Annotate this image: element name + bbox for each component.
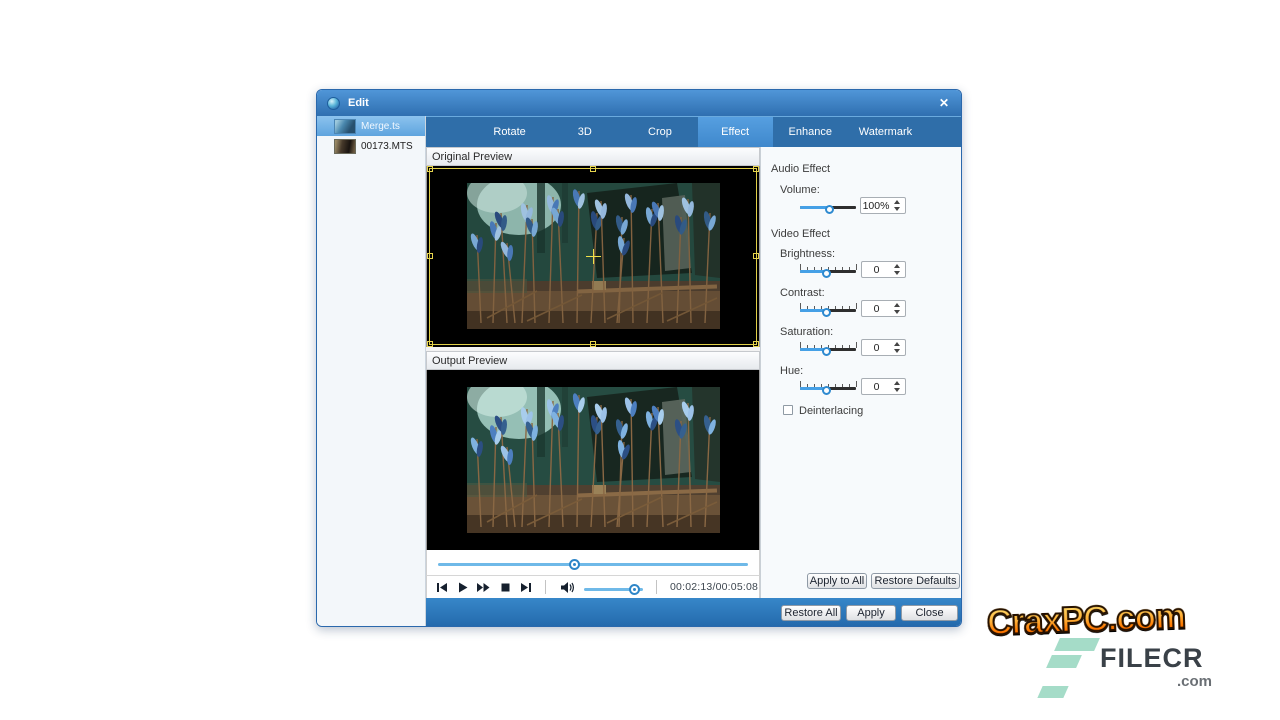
spinner-arrows[interactable] — [894, 342, 902, 354]
app-icon — [327, 96, 340, 110]
filecr-logo-icon — [1037, 686, 1069, 698]
contrast-label: Contrast: — [780, 287, 825, 299]
skip-back-icon[interactable] — [436, 581, 449, 594]
tab-strip: Rotate 3D Crop Effect Enhance Watermark — [426, 116, 961, 147]
crop-handle-e[interactable] — [753, 253, 759, 259]
tab-watermark[interactable]: Watermark — [848, 117, 923, 147]
volume-effect-slider[interactable] — [800, 199, 856, 214]
saturation-label: Saturation: — [780, 326, 834, 338]
deinterlacing-label: Deinterlacing — [799, 405, 864, 417]
crop-handle-ne[interactable] — [753, 166, 759, 172]
video-frame-output — [467, 387, 720, 533]
hue-value: 0 — [873, 381, 880, 393]
apply-button[interactable]: Apply — [846, 605, 896, 621]
window-title: Edit — [348, 97, 369, 109]
file-name: 00173.MTS — [361, 140, 413, 152]
restore-all-button[interactable]: Restore All — [781, 605, 841, 621]
brightness-slider[interactable] — [800, 263, 857, 278]
spinner-arrows[interactable] — [894, 264, 902, 276]
crop-handle-se[interactable] — [753, 341, 759, 347]
speaker-icon[interactable] — [560, 581, 574, 594]
saturation-spinbox[interactable]: 0 — [861, 339, 906, 356]
saturation-value: 0 — [873, 342, 880, 354]
transport-controls: 00:02:13/00:05:08 — [426, 575, 760, 598]
saturation-slider[interactable] — [800, 341, 857, 356]
brightness-value: 0 — [873, 264, 880, 276]
file-name: Merge.ts — [361, 120, 400, 132]
video-thumbnail — [334, 118, 356, 134]
filecr-wordmark: FILECR — [1100, 643, 1204, 673]
title-bar[interactable]: Edit ✕ — [317, 90, 961, 116]
original-preview-header: Original Preview — [426, 147, 760, 166]
spinner-arrows[interactable] — [894, 381, 902, 393]
craxpc-watermark: CraxPC.com — [985, 596, 1186, 644]
tab-crop[interactable]: Crop — [622, 117, 697, 147]
brightness-label: Brightness: — [780, 248, 836, 260]
volume-label: Volume: — [780, 184, 820, 196]
contrast-value: 0 — [873, 303, 880, 315]
seek-bar-row — [426, 550, 760, 575]
crop-handle-sw[interactable] — [427, 341, 433, 347]
stop-icon[interactable] — [499, 581, 512, 594]
tab-3d[interactable]: 3D — [547, 117, 622, 147]
timecode: 00:02:13/00:05:08 — [670, 581, 759, 593]
preview-column: Original Preview Output Preview — [426, 147, 760, 598]
output-preview — [426, 370, 760, 550]
spinner-arrows[interactable] — [894, 303, 902, 315]
spinner-arrows[interactable] — [894, 200, 902, 212]
tab-rotate[interactable]: Rotate — [472, 117, 547, 147]
seek-handle[interactable] — [569, 559, 581, 570]
desktop: Edit ✕ Merge.ts 00173.MTS Rotate 3D Crop… — [0, 0, 1280, 720]
skip-forward-icon[interactable] — [519, 581, 532, 594]
watermark: FILECR .com CraxPC.com — [985, 596, 1235, 698]
file-item-merge[interactable]: Merge.ts — [317, 116, 425, 136]
filecr-com: .com — [1177, 673, 1213, 690]
tab-effect[interactable]: Effect — [697, 117, 773, 147]
volume-handle[interactable] — [629, 584, 641, 595]
apply-to-all-button[interactable]: Apply to All — [807, 573, 867, 589]
file-list: Merge.ts 00173.MTS — [317, 116, 426, 626]
edit-dialog: Edit ✕ Merge.ts 00173.MTS Rotate 3D Crop… — [316, 89, 962, 627]
filecr-logo-icon — [1046, 655, 1082, 668]
video-thumbnail — [334, 138, 356, 154]
close-button[interactable]: Close — [901, 605, 958, 621]
play-icon[interactable] — [456, 581, 469, 594]
contrast-slider[interactable] — [800, 302, 857, 317]
hue-label: Hue: — [780, 365, 804, 377]
effects-panel: Audio Effect Volume: 100% Video Effect B… — [760, 147, 961, 598]
seek-track[interactable] — [438, 563, 748, 566]
divider — [656, 580, 657, 594]
volume-value-spinbox[interactable]: 100% — [860, 197, 906, 214]
deinterlacing-checkbox[interactable] — [783, 405, 793, 415]
crop-handle-s[interactable] — [590, 341, 596, 347]
video-effect-heading: Video Effect — [771, 228, 830, 240]
crop-handle-w[interactable] — [427, 253, 433, 259]
contrast-spinbox[interactable]: 0 — [861, 300, 906, 317]
close-icon[interactable]: ✕ — [935, 95, 953, 111]
volume-value: 100% — [862, 200, 890, 212]
crop-handle-nw[interactable] — [427, 166, 433, 172]
original-preview[interactable] — [426, 166, 760, 347]
center-crosshair — [593, 249, 594, 264]
tab-enhance[interactable]: Enhance — [773, 117, 848, 147]
restore-defaults-button[interactable]: Restore Defaults — [871, 573, 960, 589]
crop-handle-n[interactable] — [590, 166, 596, 172]
file-item-00173[interactable]: 00173.MTS — [317, 136, 425, 156]
footer-bar: Restore All Apply Close — [426, 598, 961, 626]
divider — [545, 580, 546, 594]
fast-forward-icon[interactable] — [476, 581, 490, 594]
output-preview-header: Output Preview — [426, 351, 760, 370]
audio-effect-heading: Audio Effect — [771, 163, 831, 175]
hue-slider[interactable] — [800, 380, 857, 395]
brightness-spinbox[interactable]: 0 — [861, 261, 906, 278]
filecr-logo-icon — [1054, 638, 1100, 651]
hue-spinbox[interactable]: 0 — [861, 378, 906, 395]
